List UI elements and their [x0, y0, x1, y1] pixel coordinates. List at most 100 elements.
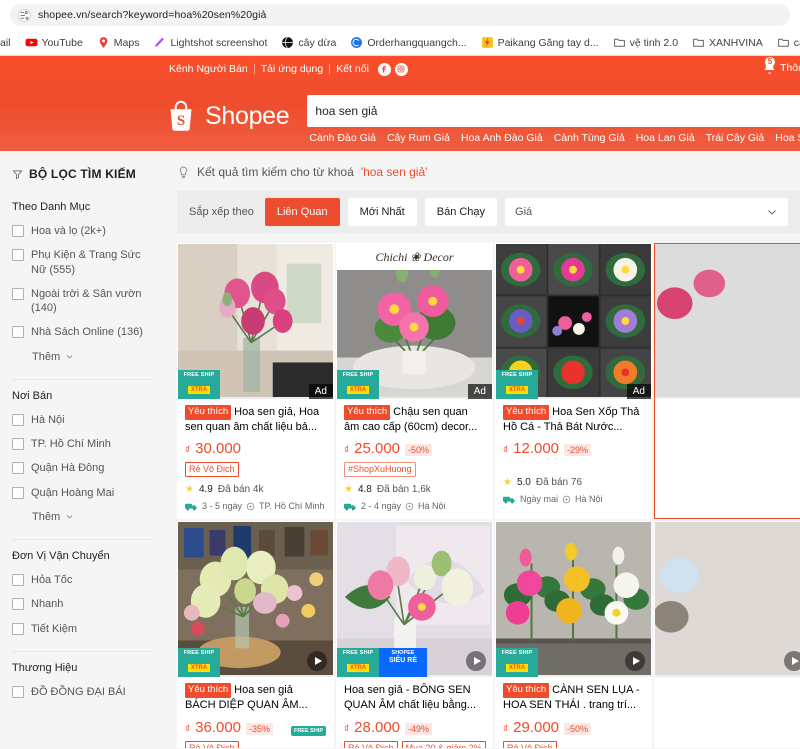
filter-item-label: TP. Hồ Chí Minh [31, 438, 111, 451]
bookmark-orderhang[interactable]: Orderhangquangch... [343, 32, 473, 54]
bookmark-cay-dua[interactable]: cây dừa [274, 32, 343, 54]
notification-count: 5 [765, 57, 775, 67]
shipping-time: Ngày mai [520, 494, 559, 505]
product-card[interactable] [654, 243, 800, 520]
bookmark-paikang[interactable]: Paikang Găng tay d... [474, 32, 606, 54]
checkbox[interactable] [12, 622, 24, 635]
facebook-icon[interactable] [377, 62, 391, 76]
bell-icon[interactable]: 5 [762, 57, 777, 75]
filter-more-category[interactable]: Thêm [12, 345, 151, 369]
checkbox[interactable] [12, 225, 24, 237]
checkbox[interactable] [12, 486, 24, 499]
search-input[interactable] [315, 104, 800, 118]
hot-keyword-0[interactable]: Cành Đào Giả [309, 132, 376, 144]
filter-item-nha-sach[interactable]: Nhà Sách Online (136) [12, 320, 151, 344]
product-image: FREE SHIP XTRA Ad [178, 244, 333, 399]
nav-connect[interactable]: Kết nối [330, 63, 375, 75]
product-price: 28.000 [354, 718, 401, 736]
product-price: 30.000 [195, 440, 242, 458]
checkbox[interactable] [12, 413, 24, 426]
filter-more-location[interactable]: Thêm [12, 505, 151, 529]
checkbox[interactable] [12, 598, 24, 611]
filter-item-tiet-kiem[interactable]: Tiết Kiệm [12, 617, 151, 641]
bookmark-lightshot[interactable]: Lightshot screenshot [146, 32, 274, 54]
bookmark-folder-vetinh[interactable]: vệ tinh 2.0 [606, 32, 685, 54]
product-card[interactable]: Chichi ❀ Decor FREE SHIP XTRA Ad Yêu thíc… [336, 243, 493, 520]
checkbox[interactable] [12, 685, 24, 698]
product-sold: Đã bán 4k [217, 484, 264, 496]
bookmark-folder-xanhvina[interactable]: XANHVINA [685, 32, 770, 54]
address-bar[interactable]: shopee.vn/search?keyword=hoa%20sen%20giả [10, 4, 790, 26]
sort-select-price[interactable]: Giá [505, 198, 788, 226]
sort-button-relevance[interactable]: Liên Quan [264, 198, 340, 226]
checkbox[interactable] [12, 287, 24, 300]
product-rating: 5.0 [516, 477, 531, 489]
star-icon: ★ [185, 484, 194, 496]
filter-item-nhanh[interactable]: Nhanh [12, 592, 151, 616]
hot-keyword-6[interactable]: Hoa Sen Xốp [775, 132, 800, 144]
filter-item-ha-dong[interactable]: Quận Hà Đông [12, 456, 151, 480]
bookmark-label: Lightshot screenshot [170, 36, 268, 49]
filter-item-hoa-toc[interactable]: Hỏa Tốc [12, 568, 151, 592]
ad-label: Ad [308, 384, 333, 399]
price-row: ₫ 25.000 -50% [344, 434, 485, 457]
hot-keyword-5[interactable]: Trái Cây Giả [706, 132, 765, 144]
chevron-down-icon [768, 210, 776, 215]
voucher-row: Rẻ Vô Địch [185, 736, 326, 748]
hot-keyword-2[interactable]: Hoa Anh Đào Giả [461, 132, 543, 144]
result-keyword: 'hoa sen giả' [360, 165, 428, 179]
hot-keyword-4[interactable]: Hoa Lan Giả [636, 132, 695, 144]
filter-item-phu-kien[interactable]: Phụ Kiện & Trang Sức Nữ (555) [12, 243, 151, 282]
product-card[interactable] [654, 521, 800, 748]
product-card[interactable]: FREE SHIP XTRA Ad Yêu thích Hoa Sen Xốp Th… [495, 243, 652, 520]
filter-item-hoa-va-lo[interactable]: Hoa và lọ (2k+) [12, 219, 151, 243]
bookmark-maps[interactable]: Maps [90, 32, 147, 54]
bookmark-gmail[interactable]: ail [0, 32, 18, 54]
voucher-row [503, 457, 644, 470]
product-card[interactable]: FREE SHIP XTRA Yêu thích Hoa sen giả BÁCH … [177, 521, 334, 748]
checkbox[interactable] [12, 573, 24, 586]
filter-icon [12, 169, 23, 179]
notification-area[interactable]: 5 Thông Báo [762, 57, 800, 75]
product-card[interactable]: FREE SHIP XTRA Yêu thích CÀNH SEN LỤA - HO… [495, 521, 652, 748]
checkbox[interactable] [12, 462, 24, 475]
play-video-button[interactable] [784, 651, 800, 672]
shopee-logo[interactable]: S Shopee [163, 88, 290, 134]
preferred-badge: Yêu thích [503, 405, 550, 420]
page-info-icon[interactable] [18, 8, 31, 22]
truck-icon [344, 503, 356, 511]
product-card[interactable]: FREE SHIP XTRA SHOPEE SIÊU RẺ Hoa sen giả … [336, 521, 493, 748]
hot-keyword-1[interactable]: Cây Rum Giả [387, 132, 450, 144]
bookmark-youtube[interactable]: YouTube [18, 32, 90, 54]
filter-item-hoang-mai[interactable]: Quận Hoàng Mai [12, 481, 151, 505]
instagram-icon[interactable] [394, 62, 408, 76]
nav-download-app[interactable]: Tải ứng dụng [255, 63, 330, 75]
filter-item-label: Hoa và lọ (2k+) [31, 225, 106, 237]
filter-item-label: Ngoài trời & Sân vườn (140) [31, 287, 142, 315]
shopee-sieure-badge: SHOPEE SIÊU RẺ [379, 648, 427, 678]
filter-item-hcm[interactable]: TP. Hồ Chí Minh [12, 432, 151, 456]
filter-item-ngoai-troi[interactable]: Ngoài trời & Sân vườn (140) [12, 282, 151, 321]
filter-group-title: Nơi Bán [12, 389, 53, 402]
bookmark-folder-cacshop[interactable]: các shop TQ 5 sa [770, 32, 800, 54]
price-row: ₫ 12.000 -29% [503, 434, 644, 457]
search-box[interactable] [307, 95, 800, 127]
filter-more-label: Thêm [32, 510, 61, 523]
filter-item-do-dong-dai-bai[interactable]: ĐỒ ĐỒNG ĐẠI BÁI [12, 680, 151, 704]
hot-keyword-3[interactable]: Cành Tùng Giả [554, 132, 625, 144]
checkbox[interactable] [12, 249, 24, 262]
product-info: Yêu thích Hoa sen giả BÁCH DIỆP QUAN ÂM..… [178, 677, 333, 748]
sort-button-newest[interactable]: Mới Nhất [347, 198, 417, 226]
preferred-badge: Yêu thích [503, 683, 550, 698]
product-info: Yêu thích Hoa sen giả, Hoa sen quan âm ch… [178, 399, 333, 518]
maps-pin-icon [99, 37, 108, 48]
bookmark-label: Paikang Găng tay d... [497, 36, 599, 49]
sort-button-topsales[interactable]: Bán Chạy [424, 198, 498, 226]
product-card[interactable]: FREE SHIP XTRA Ad Yêu thích Hoa sen giả, H… [177, 243, 334, 520]
image-badges: FREE SHIP XTRA [337, 370, 379, 399]
filter-item-ha-noi[interactable]: Hà Nội [12, 408, 151, 432]
checkbox[interactable] [12, 326, 24, 339]
nav-seller-channel[interactable]: Kênh Người Bán [163, 63, 254, 75]
checkbox[interactable] [12, 438, 24, 451]
sort-select-label: Giá [515, 206, 533, 218]
